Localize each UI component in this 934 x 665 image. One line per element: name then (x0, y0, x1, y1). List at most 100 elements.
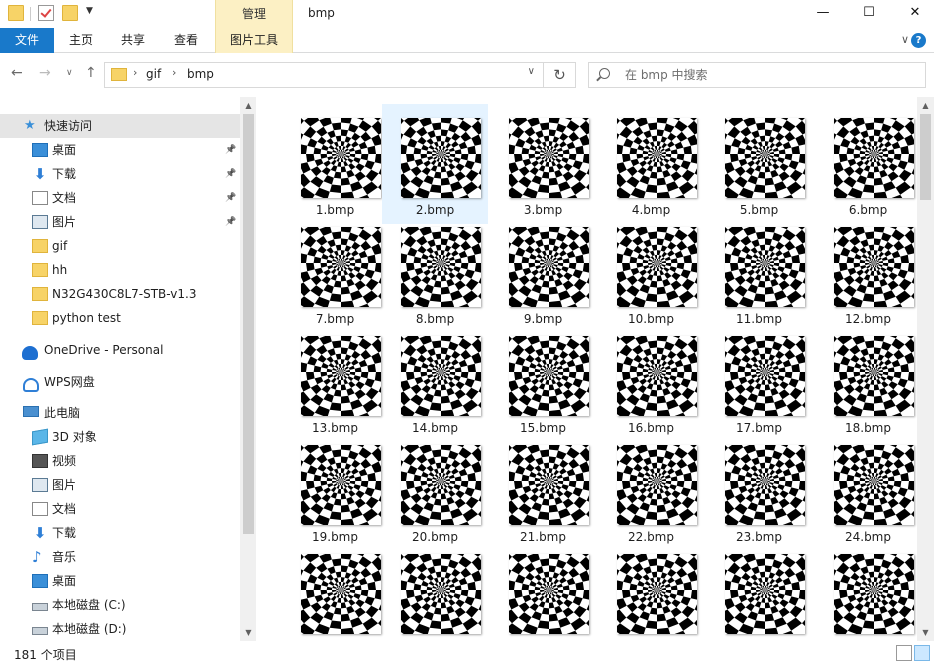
image-thumbnail (401, 336, 481, 416)
content-scrollbar[interactable]: ▲ ▼ (917, 97, 934, 641)
search-box[interactable] (588, 62, 926, 88)
file-item[interactable]: 7.bmp (282, 213, 388, 333)
details-view-icon[interactable] (896, 645, 912, 661)
sidebar-item-quick-1[interactable]: ⬇ 下载 📌 (0, 162, 240, 186)
file-item[interactable]: 15.bmp (490, 322, 596, 442)
sidebar-item-quick-2[interactable]: 文档 📌 (0, 186, 240, 210)
file-item[interactable]: 5.bmp (706, 104, 812, 224)
file-item[interactable]: 6.bmp (815, 104, 917, 224)
sidebar-scrollbar[interactable]: ▲ ▼ (240, 97, 256, 641)
properties-icon[interactable] (38, 5, 54, 21)
sidebar-item-pc-8[interactable]: 本地磁盘 (D:) (0, 617, 240, 641)
file-item[interactable] (490, 540, 596, 641)
sidebar-item-onedrive[interactable]: OneDrive - Personal (0, 338, 240, 362)
tab-home[interactable]: 主页 (58, 28, 104, 53)
scroll-up-icon[interactable]: ▲ (917, 97, 934, 114)
tab-share[interactable]: 共享 (110, 28, 156, 53)
file-item[interactable]: 11.bmp (706, 213, 812, 333)
address-bar[interactable]: › gif › bmp ∨ (104, 62, 544, 88)
file-item[interactable]: 12.bmp (815, 213, 917, 333)
tab-view[interactable]: 查看 (163, 28, 209, 53)
tab-picture-tools[interactable]: 图片工具 (215, 28, 293, 53)
sidebar-item-quick-6[interactable]: N32G430C8L7-STB-v1.3 (0, 282, 240, 306)
file-grid: 1.bmp 2.bmp 3.bmp 4.bmp 5.bmp 6.bmp 7.bmp 8.bmp… (256, 97, 917, 641)
sidebar-item-quick-access[interactable]: ★ 快速访问 (0, 114, 240, 138)
file-item[interactable] (706, 540, 812, 641)
file-item[interactable]: 21.bmp (490, 431, 596, 551)
file-item[interactable] (382, 540, 488, 641)
scrollbar-thumb[interactable] (243, 114, 254, 534)
chevron-right-icon[interactable]: › (133, 66, 137, 79)
file-item[interactable] (815, 540, 917, 641)
scrollbar-thumb[interactable] (920, 114, 931, 200)
sidebar-item-label: 视频 (52, 454, 77, 468)
sidebar-item-this-pc[interactable]: 此电脑 (0, 401, 240, 425)
file-item[interactable]: 19.bmp (282, 431, 388, 551)
file-item[interactable]: 4.bmp (598, 104, 704, 224)
large-icons-view-icon[interactable] (914, 645, 930, 661)
ribbon-collapse-icon[interactable]: ∨ (901, 33, 909, 46)
pin-icon[interactable]: 📌 (225, 138, 236, 162)
up-arrow-icon[interactable]: ↑ (85, 65, 97, 81)
sidebar-item-pc-0[interactable]: 3D 对象 (0, 425, 240, 449)
tab-file[interactable]: 文件 (0, 28, 54, 53)
file-item[interactable]: 10.bmp (598, 213, 704, 333)
pin-icon[interactable]: 📌 (225, 186, 236, 210)
sidebar-item-pc-6[interactable]: 桌面 (0, 569, 240, 593)
breadcrumb-bmp[interactable]: bmp (187, 67, 214, 81)
chevron-right-icon[interactable]: › (172, 66, 176, 79)
scroll-up-icon[interactable]: ▲ (240, 97, 256, 114)
close-button[interactable]: ✕ (892, 0, 934, 26)
sidebar-item-quick-4[interactable]: gif (0, 234, 240, 258)
sidebar-item-quick-0[interactable]: 桌面 📌 (0, 138, 240, 162)
file-item[interactable]: 2.bmp (382, 104, 488, 224)
file-item[interactable]: 18.bmp (815, 322, 917, 442)
scroll-down-icon[interactable]: ▼ (240, 624, 256, 641)
recent-locations-icon[interactable]: ∨ (66, 68, 73, 78)
refresh-button[interactable]: ↻ (544, 62, 576, 88)
minimize-button[interactable]: — (800, 0, 846, 26)
address-dropdown-icon[interactable]: ∨ (528, 66, 535, 77)
new-folder-icon[interactable] (62, 5, 78, 21)
file-item[interactable]: 8.bmp (382, 213, 488, 333)
file-item[interactable]: 20.bmp (382, 431, 488, 551)
sidebar-item-pc-3[interactable]: 文档 (0, 497, 240, 521)
file-item[interactable]: 24.bmp (815, 431, 917, 551)
image-thumbnail (617, 554, 697, 634)
sidebar-item-quick-5[interactable]: hh (0, 258, 240, 282)
help-icon[interactable]: ? (911, 33, 926, 48)
file-item[interactable]: 16.bmp (598, 322, 704, 442)
file-item[interactable]: 9.bmp (490, 213, 596, 333)
pictures-icon (32, 215, 48, 229)
quick-access-dropdown-icon[interactable]: ▼ (86, 6, 93, 16)
file-item[interactable]: 22.bmp (598, 431, 704, 551)
file-item[interactable]: 1.bmp (282, 104, 388, 224)
sidebar-item-pc-2[interactable]: 图片 (0, 473, 240, 497)
file-item[interactable]: 14.bmp (382, 322, 488, 442)
sidebar-item-pc-1[interactable]: 视频 (0, 449, 240, 473)
sidebar-item-wps[interactable]: WPS网盘 (0, 370, 240, 394)
pin-icon[interactable]: 📌 (225, 162, 236, 186)
star-icon: ★ (24, 118, 36, 133)
sidebar-item-pc-4[interactable]: ⬇ 下载 (0, 521, 240, 545)
back-arrow-icon[interactable]: ← (11, 65, 23, 81)
file-item[interactable] (598, 540, 704, 641)
sidebar-item-pc-5[interactable]: ♪ 音乐 (0, 545, 240, 569)
sidebar-item-pc-7[interactable]: 本地磁盘 (C:) (0, 593, 240, 617)
file-item[interactable] (282, 540, 388, 641)
sidebar-item-quick-7[interactable]: python test (0, 306, 240, 330)
file-item[interactable]: 13.bmp (282, 322, 388, 442)
maximize-button[interactable]: ☐ (846, 0, 892, 26)
title-bar: ▼ 管理 bmp — ☐ ✕ (0, 0, 934, 28)
file-item[interactable]: 3.bmp (490, 104, 596, 224)
file-item[interactable]: 23.bmp (706, 431, 812, 551)
breadcrumb-gif[interactable]: gif (146, 67, 161, 81)
folder-icon[interactable] (8, 5, 24, 21)
forward-arrow-icon[interactable]: → (39, 65, 51, 81)
sidebar-item-quick-3[interactable]: 图片 📌 (0, 210, 240, 234)
file-item[interactable]: 17.bmp (706, 322, 812, 442)
pin-icon[interactable]: 📌 (225, 210, 236, 234)
scroll-down-icon[interactable]: ▼ (917, 624, 934, 641)
search-input[interactable] (625, 66, 915, 84)
sidebar-item-label: 本地磁盘 (C:) (52, 598, 126, 612)
